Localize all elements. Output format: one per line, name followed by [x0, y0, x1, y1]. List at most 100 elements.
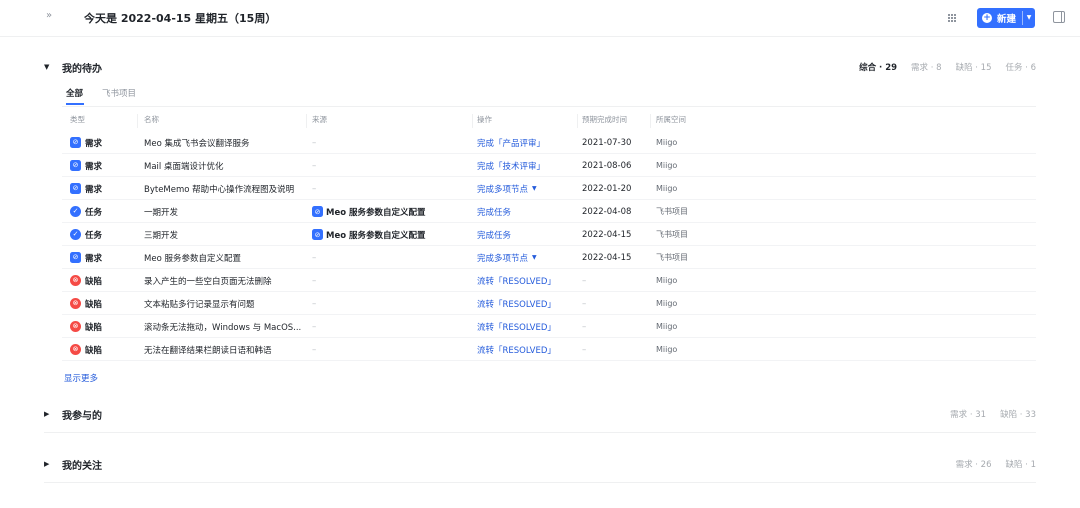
table-row[interactable]: ⊗ 缺陷 录入产生的一些空白页面无法删除 – 流转「RESOLVED」 – Mi… — [62, 269, 1036, 292]
table-row[interactable]: ⊘ 需求 Mail 桌面端设计优化 – 完成「技术评审」 2021-08-06 … — [62, 154, 1036, 177]
table-row[interactable]: ⊘ 需求 Meo 集成飞书会议翻译服务 – 完成「产品评审」 2021-07-3… — [62, 131, 1036, 154]
row-action-label[interactable]: 流转「RESOLVED」 — [477, 275, 556, 287]
col-due-date: 预期完成时间 — [582, 115, 627, 124]
task-icon: ✓ — [70, 206, 81, 217]
row-action[interactable]: 完成多项节点 ▼ — [477, 246, 577, 269]
row-name[interactable]: Meo 服务参数自定义配置 — [144, 246, 306, 269]
new-button-label: 新建 — [997, 14, 1017, 25]
row-source-empty: – — [312, 160, 317, 171]
stat-all[interactable]: 综合 · 29 — [859, 61, 897, 73]
row-space: 飞书项目 — [656, 230, 688, 239]
row-type: ✓ 任务 — [70, 223, 130, 246]
grid-icon[interactable] — [944, 10, 960, 26]
row-type-label: 任务 — [85, 230, 103, 241]
stat-requirement[interactable]: 需求 · 26 — [956, 458, 992, 470]
row-action[interactable]: 流转「RESOLVED」 — [477, 338, 577, 361]
row-type-label: 需求 — [85, 184, 103, 195]
row-action-label[interactable]: 完成多项节点 — [477, 252, 528, 264]
row-action-label[interactable]: 完成任务 — [477, 206, 511, 218]
row-source-empty: – — [312, 344, 317, 355]
row-name[interactable]: 录入产生的一些空白页面无法删除 — [144, 269, 306, 292]
row-action[interactable]: 完成「产品评审」 — [477, 131, 577, 154]
row-action[interactable]: 流转「RESOLVED」 — [477, 315, 577, 338]
todo-title: 我的待办 — [62, 64, 102, 75]
expand-sidebar-icon[interactable]: » — [46, 10, 52, 21]
table-row[interactable]: ✓ 任务 三期开发 ⊘ Meo 服务参数自定义配置 完成任务 2022-04-15… — [62, 223, 1036, 246]
row-action-label[interactable]: 完成多项节点 — [477, 183, 528, 195]
requirement-icon: ⊘ — [312, 229, 323, 240]
new-dropdown-caret-icon[interactable]: ▼ — [1023, 8, 1035, 28]
section-divider — [44, 432, 1036, 433]
row-name[interactable]: ByteMemo 帮助中心操作流程图及说明 — [144, 177, 306, 200]
tab-feishu-project[interactable]: 飞书项目 — [102, 87, 136, 99]
requirement-icon: ⊘ — [70, 160, 81, 171]
row-source: – — [312, 269, 472, 292]
stat-defect[interactable]: 缺陷 · 15 — [956, 61, 992, 73]
table-row[interactable]: ⊘ 需求 Meo 服务参数自定义配置 – 完成多项节点 ▼ 2022-04-15… — [62, 246, 1036, 269]
row-due-date: 2022-04-15 — [582, 252, 632, 263]
row-name[interactable]: Meo 集成飞书会议翻译服务 — [144, 131, 306, 154]
side-panel-icon[interactable] — [1053, 11, 1065, 23]
row-type: ⊗ 缺陷 — [70, 315, 130, 338]
stat-requirement[interactable]: 需求 · 8 — [911, 61, 942, 73]
col-divider[interactable] — [472, 114, 473, 128]
participated-section-header[interactable]: ▶ 我参与的 需求 · 31 缺陷 · 33 — [44, 407, 1036, 423]
row-type-label: 需求 — [85, 253, 103, 264]
row-action[interactable]: 完成「技术评审」 — [477, 154, 577, 177]
row-type: ⊗ 缺陷 — [70, 338, 130, 361]
row-due-date: 2022-01-20 — [582, 183, 632, 194]
row-action-label[interactable]: 流转「RESOLVED」 — [477, 298, 556, 310]
top-bar: » 今天是 2022-04-15 星期五（15周） + 新建 ▼ — [0, 0, 1080, 36]
collapse-caret-icon[interactable]: ▼ — [44, 63, 49, 71]
table-row[interactable]: ⊘ 需求 ByteMemo 帮助中心操作流程图及说明 – 完成多项节点 ▼ 20… — [62, 177, 1036, 200]
new-button[interactable]: + 新建 ▼ — [977, 8, 1035, 28]
row-name[interactable]: 一期开发 — [144, 200, 306, 223]
stat-defect[interactable]: 缺陷 · 33 — [1000, 408, 1036, 420]
tab-all[interactable]: 全部 — [66, 87, 83, 99]
row-type: ⊘ 需求 — [70, 177, 130, 200]
row-action-label[interactable]: 完成任务 — [477, 229, 511, 241]
row-source-link[interactable]: Meo 服务参数自定义配置 — [326, 229, 426, 241]
table-row[interactable]: ⊗ 缺陷 无法在翻译结果栏朗读日语和韩语 – 流转「RESOLVED」 – Mi… — [62, 338, 1036, 361]
new-button-main[interactable]: + 新建 — [977, 8, 1022, 28]
row-name[interactable]: 无法在翻译结果栏朗读日语和韩语 — [144, 338, 306, 361]
show-more-link[interactable]: 显示更多 — [64, 372, 98, 384]
table-row[interactable]: ⊗ 缺陷 滚动条无法拖动，Windows 与 MacOS... – 流转「RES… — [62, 315, 1036, 338]
row-action-label[interactable]: 完成「产品评审」 — [477, 137, 545, 149]
following-section-header[interactable]: ▶ 我的关注 需求 · 26 缺陷 · 1 — [44, 457, 1036, 473]
col-divider[interactable] — [306, 114, 307, 128]
row-name[interactable]: 三期开发 — [144, 223, 306, 246]
table-row[interactable]: ⊗ 缺陷 文本粘贴多行记录显示有问题 – 流转「RESOLVED」 – Miig… — [62, 292, 1036, 315]
row-action[interactable]: 流转「RESOLVED」 — [477, 292, 577, 315]
row-action-label[interactable]: 流转「RESOLVED」 — [477, 321, 556, 333]
col-divider[interactable] — [137, 114, 138, 128]
row-action[interactable]: 流转「RESOLVED」 — [477, 269, 577, 292]
action-dropdown-caret-icon[interactable]: ▼ — [532, 185, 537, 192]
col-action: 操作 — [477, 115, 492, 124]
row-action[interactable]: 完成多项节点 ▼ — [477, 177, 577, 200]
row-source-link[interactable]: Meo 服务参数自定义配置 — [326, 206, 426, 218]
stat-requirement[interactable]: 需求 · 31 — [950, 408, 986, 420]
todo-section-header[interactable]: ▼ 我的待办 综合 · 29 需求 · 8 缺陷 · 15 任务 · 6 — [44, 60, 1036, 76]
row-action[interactable]: 完成任务 — [477, 200, 577, 223]
requirement-icon: ⊘ — [70, 183, 81, 194]
row-source-empty: – — [312, 298, 317, 309]
table-row[interactable]: ✓ 任务 一期开发 ⊘ Meo 服务参数自定义配置 完成任务 2022-04-08… — [62, 200, 1036, 223]
row-space: Miigo — [656, 138, 678, 147]
row-action[interactable]: 完成任务 — [477, 223, 577, 246]
row-name[interactable]: 文本粘贴多行记录显示有问题 — [144, 292, 306, 315]
row-action-label[interactable]: 流转「RESOLVED」 — [477, 344, 556, 356]
row-name[interactable]: Mail 桌面端设计优化 — [144, 154, 306, 177]
stat-defect[interactable]: 缺陷 · 1 — [1005, 458, 1036, 470]
col-divider[interactable] — [577, 114, 578, 128]
row-name[interactable]: 滚动条无法拖动，Windows 与 MacOS... — [144, 315, 306, 338]
col-source: 来源 — [312, 115, 327, 124]
expand-caret-icon[interactable]: ▶ — [44, 410, 49, 418]
stat-task[interactable]: 任务 · 6 — [1005, 61, 1036, 73]
row-source: – — [312, 246, 472, 269]
row-action-label[interactable]: 完成「技术评审」 — [477, 160, 545, 172]
expand-caret-icon[interactable]: ▶ — [44, 460, 49, 468]
row-space: Miigo — [656, 161, 678, 170]
col-divider[interactable] — [650, 114, 651, 128]
action-dropdown-caret-icon[interactable]: ▼ — [532, 254, 537, 261]
